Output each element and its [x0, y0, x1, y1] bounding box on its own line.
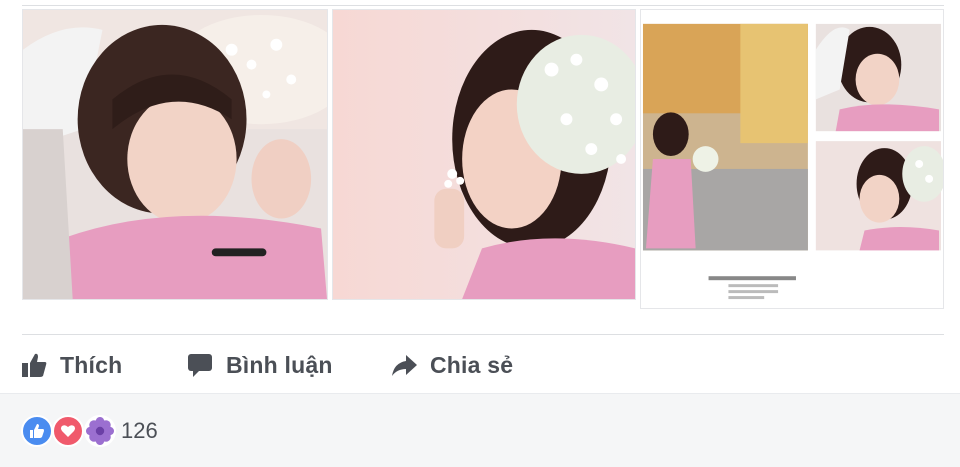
- portrait-image-2: [333, 10, 635, 299]
- comment-label: Bình luận: [226, 351, 333, 378]
- share-arrow-icon: [390, 351, 418, 379]
- flower-reaction-icon[interactable]: [84, 415, 116, 447]
- watermark-text-line: [708, 276, 796, 281]
- like-button[interactable]: Thích: [20, 343, 122, 387]
- top-divider: [22, 5, 944, 6]
- post-actions-bar: Thích Bình luận Chia sẻ: [0, 343, 960, 387]
- post-photo-1[interactable]: [22, 9, 328, 300]
- share-label: Chia sẻ: [430, 351, 514, 378]
- love-reaction-icon[interactable]: [52, 415, 84, 447]
- thumbs-up-icon: [20, 351, 48, 379]
- collage-image: [641, 10, 943, 308]
- post-photo-3-collage[interactable]: [640, 9, 944, 309]
- portrait-image-1: [23, 10, 327, 299]
- reaction-count[interactable]: 126: [121, 418, 158, 444]
- share-button[interactable]: Chia sẻ: [390, 343, 513, 387]
- comment-icon: [186, 351, 214, 379]
- comment-button[interactable]: Bình luận: [186, 343, 333, 387]
- like-label: Thích: [60, 351, 123, 378]
- post-photo-2[interactable]: [332, 9, 636, 300]
- actions-divider: [22, 334, 944, 335]
- like-reaction-icon[interactable]: [21, 415, 53, 447]
